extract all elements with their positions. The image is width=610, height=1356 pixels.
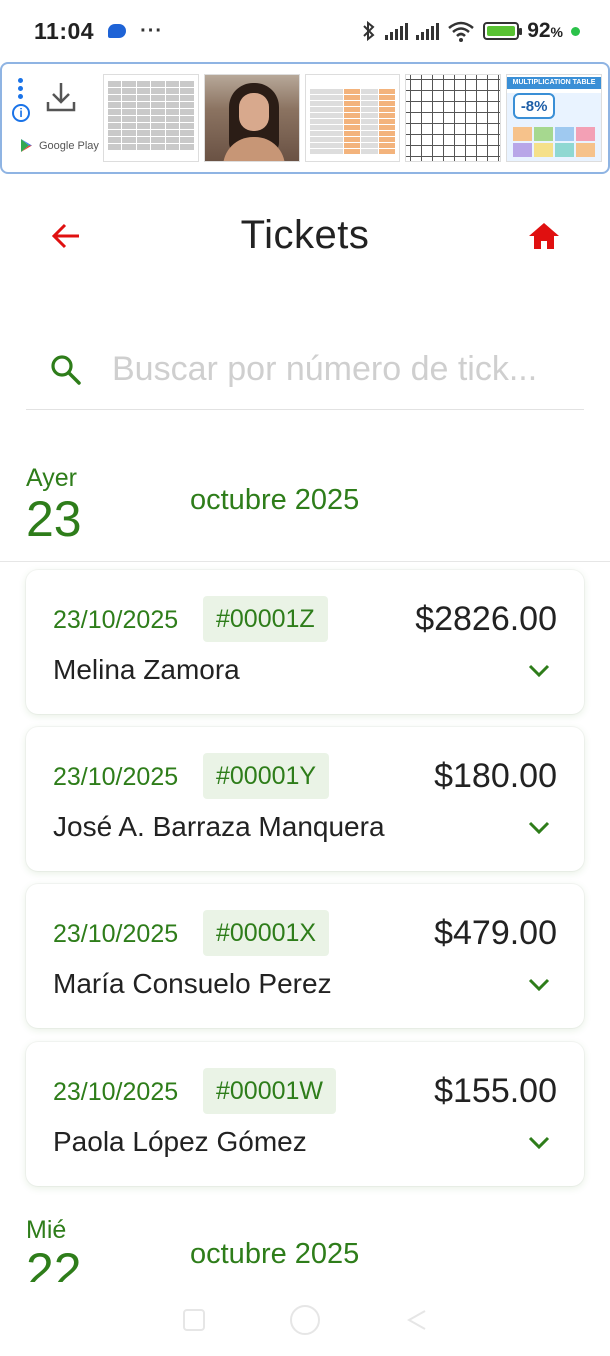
ticket-date: 23/10/2025 [53,763,179,791]
ad-thumbnail-multiplication[interactable]: MULTIPLICATION TABLE -8% [506,74,602,162]
ticket-date: 23/10/2025 [53,920,179,948]
google-play-label: Google Play [39,139,99,152]
date-day-number: 23 [26,491,82,547]
date-day-label: Ayer [26,464,77,492]
ticket-amount: $155.00 [434,1072,557,1110]
privacy-indicator-icon [571,26,580,36]
message-notification-icon [108,24,127,38]
expand-button[interactable] [524,1128,554,1158]
ticket-number-badge: #00001Y [203,753,330,799]
home-icon [529,223,559,249]
home-nav-button[interactable] [289,1305,320,1335]
ad-thumbnail-photo[interactable] [203,74,300,162]
signal-icon-1 [385,22,409,40]
ticket-number-badge: #00001Z [203,596,328,642]
chevron-down-icon [528,664,550,678]
ad-menu-icon[interactable] [18,78,23,99]
chevron-down-icon [528,978,550,992]
app-header: Tickets [0,190,610,280]
google-play-icon [21,139,32,152]
battery-icon [483,22,523,40]
expand-button[interactable] [524,656,554,686]
ad-info-icon[interactable]: i [12,104,30,122]
date-month-label: octubre 2025 [190,1238,360,1270]
ticket-amount: $180.00 [434,757,557,795]
battery-percent: 92% [527,19,563,42]
signal-icon-2 [416,22,440,40]
download-icon[interactable] [44,80,78,114]
ad-thumbnail-table[interactable] [102,74,199,162]
back-nav-icon[interactable] [405,1309,427,1331]
search-bar[interactable] [26,330,584,410]
system-nav-bar [0,1290,610,1350]
ad-banner[interactable]: i Google Play MULTIPLICATION TABLE -8% [0,62,610,174]
ticket-card[interactable]: 23/10/2025 #00001X $479.00 María Consuel… [26,884,584,1028]
expand-button[interactable] [524,813,554,843]
expand-button[interactable] [524,970,554,1000]
ad-thumbnail-spreadsheet[interactable] [304,74,401,162]
home-button[interactable] [524,216,564,256]
status-bar: 11:04 ··· 92% [0,0,610,62]
ticket-number-badge: #00001X [203,910,330,956]
page-title: Tickets [240,212,370,257]
ticket-customer-name: Melina Zamora [53,654,240,685]
ticket-customer-name: Paola López Gómez [53,1126,307,1157]
search-icon [51,354,81,385]
ticket-customer-name: José A. Barraza Manquera [53,811,385,842]
ticket-card[interactable]: 23/10/2025 #00001Y $180.00 José A. Barra… [26,727,584,871]
date-group-header: Ayer 23 octubre 2025 [0,460,610,562]
status-time: 11:04 [34,17,95,44]
chevron-down-icon [528,821,550,835]
ad-left: i Google Play [8,68,99,168]
date-day-label: Mié [26,1216,67,1244]
chevron-down-icon [528,1136,550,1150]
back-button[interactable] [46,216,86,256]
ticket-date: 23/10/2025 [53,606,179,634]
date-month-label: octubre 2025 [190,484,360,516]
ticket-number-badge: #00001W [203,1068,337,1114]
arrow-left-icon [51,223,79,249]
date-group-header: Mié 22 octubre 2025 [0,1214,610,1284]
search-input[interactable] [112,350,572,389]
ticket-card[interactable]: 23/10/2025 #00001W $155.00 Paola López G… [26,1042,584,1186]
ticket-amount: $479.00 [434,914,557,952]
wifi-icon [448,21,474,42]
google-play-badge[interactable]: Google Play [20,138,99,153]
bluetooth-icon [363,20,375,42]
ticket-amount: $2826.00 [415,600,557,638]
ticket-date: 23/10/2025 [53,1078,179,1106]
ticket-customer-name: María Consuelo Perez [53,968,332,999]
ad-discount-badge: -8% [513,93,556,119]
date-divider [0,561,610,562]
recent-apps-button[interactable] [182,1309,205,1331]
ad-thumbnail-title: MULTIPLICATION TABLE [507,77,601,89]
ad-thumbnail-grid[interactable] [405,74,502,162]
date-day-number: 22 [26,1243,82,1284]
ticket-card[interactable]: 23/10/2025 #00001Z $2826.00 Melina Zamor… [26,570,584,714]
more-notifications-icon: ··· [140,19,164,42]
